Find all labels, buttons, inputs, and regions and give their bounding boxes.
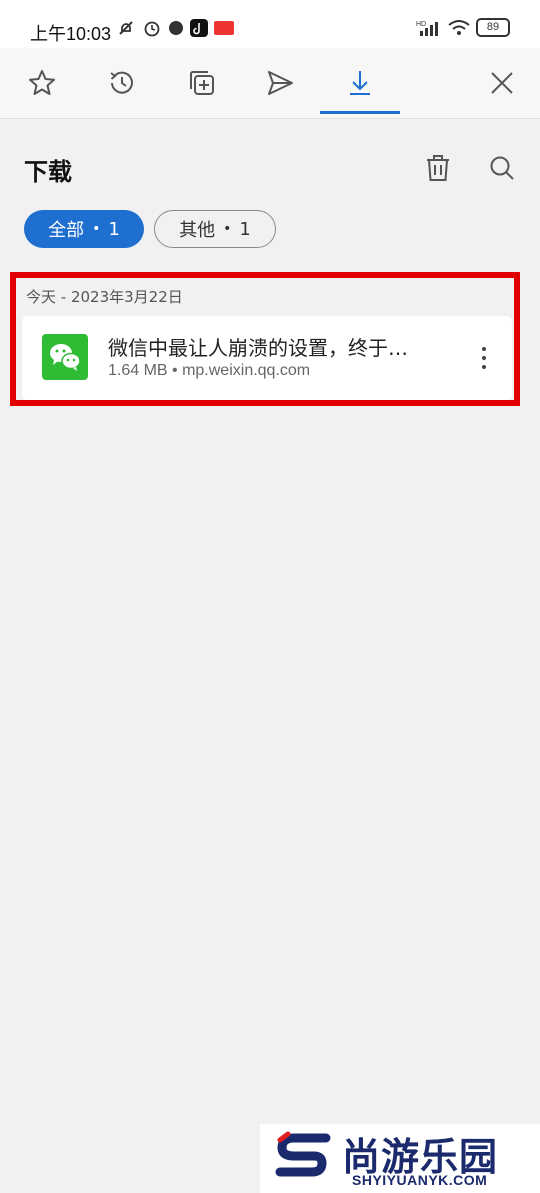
filter-other-count: 1 <box>239 218 251 240</box>
filter-all-label: 全部 <box>48 220 85 241</box>
filter-all-count: 1 <box>108 218 120 240</box>
trash-icon <box>427 155 449 181</box>
watermark-logo-icon <box>275 1131 331 1177</box>
filter-all-separator: • <box>92 221 101 237</box>
close-button[interactable] <box>472 48 532 118</box>
send-icon <box>268 71 293 95</box>
tab-share[interactable] <box>250 48 310 118</box>
highlight-annotation-box <box>10 272 520 406</box>
tab-bookmarks[interactable] <box>12 48 72 118</box>
wifi-icon <box>448 19 470 35</box>
signal-icon: HD <box>416 21 438 36</box>
watermark-url: SHYIYUANYK.COM <box>352 1172 488 1188</box>
tiktok-icon <box>190 19 208 37</box>
battery-level: 89 <box>476 18 510 37</box>
filter-chip-other[interactable]: 其他 • 1 <box>154 210 276 248</box>
history-icon <box>110 71 133 94</box>
tab-downloads[interactable] <box>330 48 390 118</box>
filter-chip-all[interactable]: 全部 • 1 <box>24 210 144 248</box>
search-button[interactable] <box>484 150 520 186</box>
page-title: 下载 <box>24 158 72 186</box>
tab-add-to[interactable] <box>172 48 232 118</box>
app-dot-icon <box>169 21 183 35</box>
status-bar: 上午10:03 HD 89 <box>0 0 540 48</box>
alarm-icon <box>144 21 160 37</box>
close-icon <box>491 72 513 94</box>
news-app-icon <box>214 21 234 35</box>
filter-other-label: 其他 <box>179 220 216 241</box>
site-watermark: 尚游乐园 SHYIYUANYK.COM <box>260 1124 540 1193</box>
mute-icon <box>119 21 133 35</box>
delete-button[interactable] <box>420 150 456 186</box>
download-icon <box>350 71 370 95</box>
star-icon <box>29 70 55 95</box>
status-time: 上午10:03 <box>30 24 112 44</box>
status-notification-icons <box>116 18 234 38</box>
active-tab-indicator <box>320 111 400 114</box>
tab-history[interactable] <box>92 48 152 118</box>
filter-other-separator: • <box>223 221 232 237</box>
tabs-add-icon <box>190 71 214 95</box>
network-type-label: HD <box>416 21 426 28</box>
status-right-icons: HD 89 <box>416 18 510 37</box>
search-icon <box>490 156 514 180</box>
browser-tab-bar <box>0 48 540 119</box>
